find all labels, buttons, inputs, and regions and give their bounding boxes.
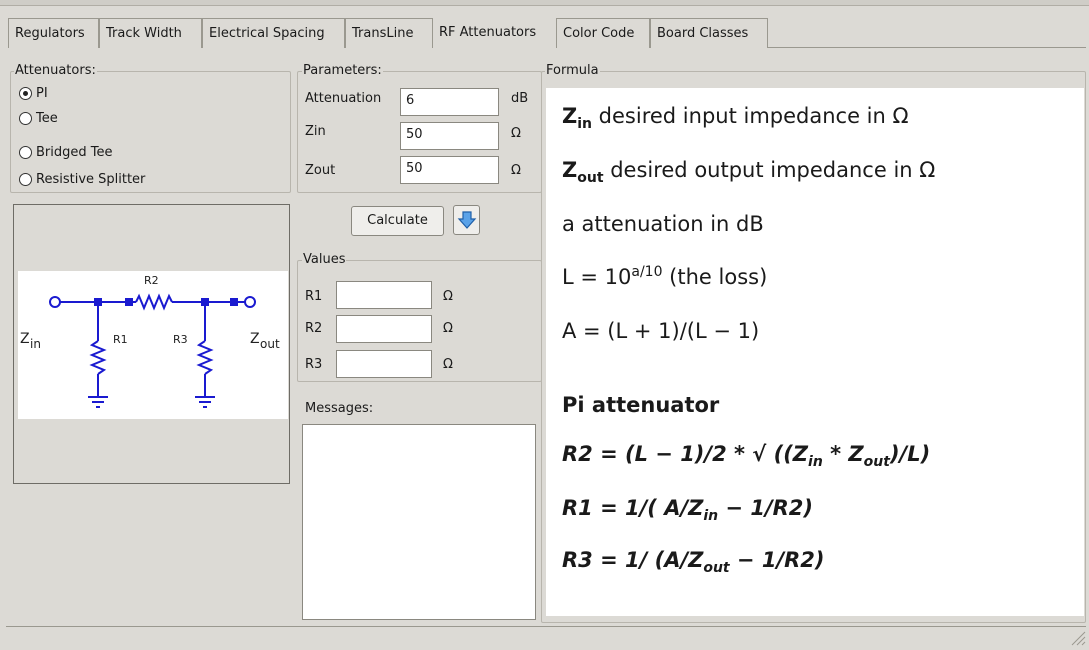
arrow-down-icon <box>457 211 476 229</box>
formula-a-def-line: A = (L + 1)/(L − 1) <box>562 319 760 343</box>
zin-sub-label: in <box>30 337 41 351</box>
attenuation-unit: dB <box>511 91 529 106</box>
r2-output[interactable] <box>336 315 432 343</box>
attenuation-input[interactable]: 6 <box>400 88 499 116</box>
tab-rf-attenuators[interactable]: RF Attenuators <box>433 18 556 49</box>
resize-grip-icon[interactable] <box>1068 628 1086 646</box>
tab-track-width[interactable]: Track Width <box>99 18 202 48</box>
attenuation-label: Attenuation <box>305 91 382 106</box>
r3-label: R3 <box>305 357 323 372</box>
formula-zout-line: Zout desired output impedance in Ω <box>562 158 936 187</box>
r3-unit: Ω <box>443 357 453 372</box>
formula-heading: Pi attenuator <box>562 393 720 417</box>
status-bar <box>6 626 1086 646</box>
values-title: Values <box>302 252 347 267</box>
formula-title: Formula <box>545 63 600 78</box>
messages-title: Messages: <box>305 401 374 416</box>
radio-bridged-tee[interactable]: Bridged Tee <box>19 145 113 160</box>
zout-label: Zout <box>305 163 336 178</box>
r2-label: R2 <box>144 274 159 287</box>
zout-unit: Ω <box>511 163 521 178</box>
zin-input[interactable]: 50 <box>400 122 499 150</box>
radio-resistive-splitter[interactable]: Resistive Splitter <box>19 172 145 187</box>
r3-output[interactable] <box>336 350 432 378</box>
formula-r2-line: R2 = (L − 1)/2 * √ ((Zin * Zout)/L) <box>562 442 931 471</box>
formula-zin-line: Zin desired input impedance in Ω <box>562 104 909 133</box>
calculate-button[interactable]: Calculate <box>351 206 444 236</box>
messages-box[interactable] <box>302 424 536 620</box>
radio-icon <box>19 112 32 125</box>
schematic-image: R2 R1 R3 Z in Z out <box>18 271 288 419</box>
r1-unit: Ω <box>443 289 453 304</box>
tab-bar: Regulators Track Width Electrical Spacin… <box>8 18 1086 49</box>
zin-label: Z <box>20 331 30 347</box>
tab-transline[interactable]: TransLine <box>345 18 433 48</box>
arrow-down-button[interactable] <box>453 205 480 235</box>
zout-input[interactable]: 50 <box>400 156 499 184</box>
formula-r3-line: R3 = 1/ (A/Zout − 1/R2) <box>562 548 825 577</box>
zin-unit: Ω <box>511 126 521 141</box>
radio-pi[interactable]: PI <box>19 86 48 101</box>
formula-l-line: L = 10a/10 (the loss) <box>562 264 768 289</box>
tab-regulators[interactable]: Regulators <box>8 18 99 48</box>
tab-board-classes[interactable]: Board Classes <box>650 18 768 48</box>
zout-sub-label: out <box>260 337 280 351</box>
radio-icon <box>19 173 32 186</box>
attenuators-title: Attenuators: <box>14 63 97 78</box>
formula-r1-line: R1 = 1/( A/Zin − 1/R2) <box>562 496 813 525</box>
zin-label: Zin <box>305 124 326 139</box>
r1-label: R1 <box>113 333 128 346</box>
pi-attenuator-schematic: R2 R1 R3 Z in Z out <box>20 274 280 408</box>
tab-electrical-spacing[interactable]: Electrical Spacing <box>202 18 345 48</box>
radio-selected-icon <box>19 87 32 100</box>
radio-icon <box>19 146 32 159</box>
r1-output[interactable] <box>336 281 432 309</box>
formula-a-line: a attenuation in dB <box>562 212 764 236</box>
r1-label: R1 <box>305 289 323 304</box>
r2-unit: Ω <box>443 321 453 336</box>
zout-label: Z <box>250 331 260 347</box>
r2-label: R2 <box>305 321 323 336</box>
radio-tee[interactable]: Tee <box>19 111 58 126</box>
parameters-title: Parameters: <box>302 63 383 78</box>
tab-color-code[interactable]: Color Code <box>556 18 650 48</box>
window-top-border <box>0 0 1089 6</box>
r3-label: R3 <box>173 333 188 346</box>
formula-panel: Zin desired input impedance in Ω Zout de… <box>546 88 1084 616</box>
